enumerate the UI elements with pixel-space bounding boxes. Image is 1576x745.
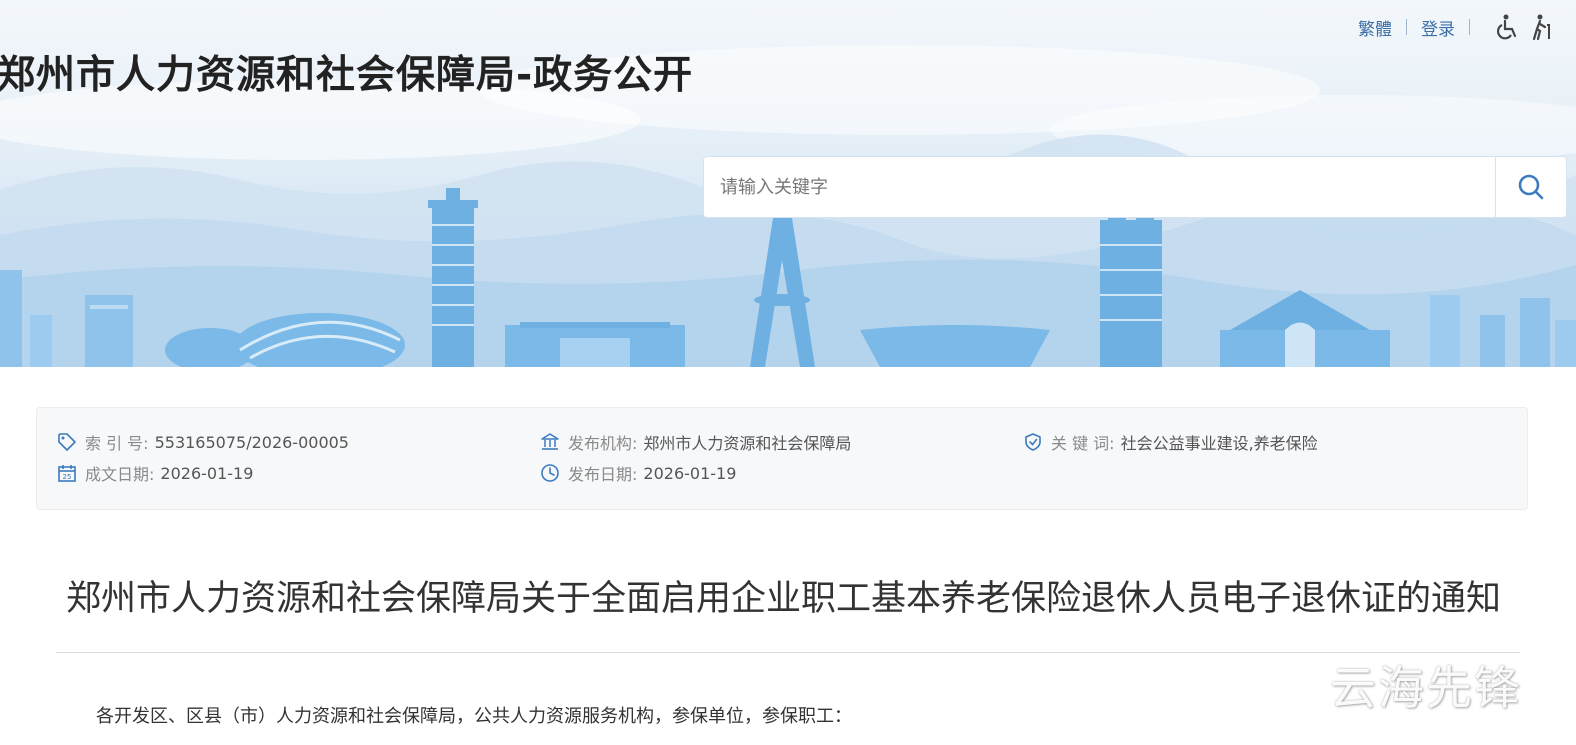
meta-value: 郑州市人力资源和社会保障局: [643, 434, 852, 453]
document-meta-panel: 索 引 号: 553165075/2026-00005 25 成文日期: 202…: [36, 407, 1528, 510]
search-button[interactable]: [1495, 157, 1566, 217]
site-title: 郑州市人力资源和社会保障局-政务公开: [0, 53, 694, 98]
search-bar: [703, 156, 1567, 218]
clock-icon: [541, 464, 559, 482]
login-link[interactable]: 登录: [1421, 15, 1455, 40]
meta-value: 2026-01-19: [160, 463, 254, 483]
meta-value: 社会公益事业建设,养老保险: [1120, 434, 1318, 453]
link-divider: [1469, 19, 1470, 35]
wheelchair-accessibility-icon[interactable]: [1492, 13, 1520, 41]
meta-label: 发布机构:: [568, 434, 638, 453]
search-input[interactable]: [704, 157, 1495, 217]
meta-label: 发布日期:: [568, 465, 638, 484]
article-salutation: 各开发区、区县（市）人力资源和社会保障局，公共人力资源服务机构，参保单位，参保职…: [96, 706, 852, 727]
meta-value: 553165075/2026-00005: [154, 432, 349, 452]
meta-publish-date: 发布日期: 2026-01-19: [540, 461, 736, 485]
meta-publisher: 发布机构: 郑州市人力资源和社会保障局: [540, 430, 851, 454]
meta-label: 成文日期:: [85, 465, 155, 484]
title-divider: [56, 652, 1520, 653]
watermark: 云海先锋: [1330, 661, 1522, 715]
elderly-mode-icon[interactable]: [1528, 13, 1556, 41]
meta-keywords: 关 键 词: 社会公益事业建设,养老保险: [1023, 430, 1318, 454]
traditional-chinese-link[interactable]: 繁體: [1358, 15, 1392, 40]
article-title: 郑州市人力资源和社会保障局关于全面启用企业职工基本养老保险退休人员电子退休证的通…: [66, 579, 1502, 619]
shield-check-icon: [1025, 433, 1041, 451]
meta-written-date: 25 成文日期: 2026-01-19: [57, 461, 253, 485]
institution-icon: [541, 433, 559, 450]
calendar-icon: 25: [58, 465, 76, 482]
top-links: 繁體 登录: [1358, 12, 1556, 42]
header-banner: 郑州市人力资源和社会保障局-政务公开 繁體 登录: [0, 0, 1576, 367]
svg-text:25: 25: [63, 473, 72, 481]
meta-index-number: 索 引 号: 553165075/2026-00005: [57, 430, 349, 454]
meta-label: 关 键 词:: [1051, 434, 1115, 453]
meta-label: 索 引 号:: [85, 434, 149, 453]
tag-icon: [58, 433, 76, 451]
search-icon: [1518, 174, 1544, 200]
link-divider: [1406, 19, 1407, 35]
meta-value: 2026-01-19: [643, 463, 737, 483]
